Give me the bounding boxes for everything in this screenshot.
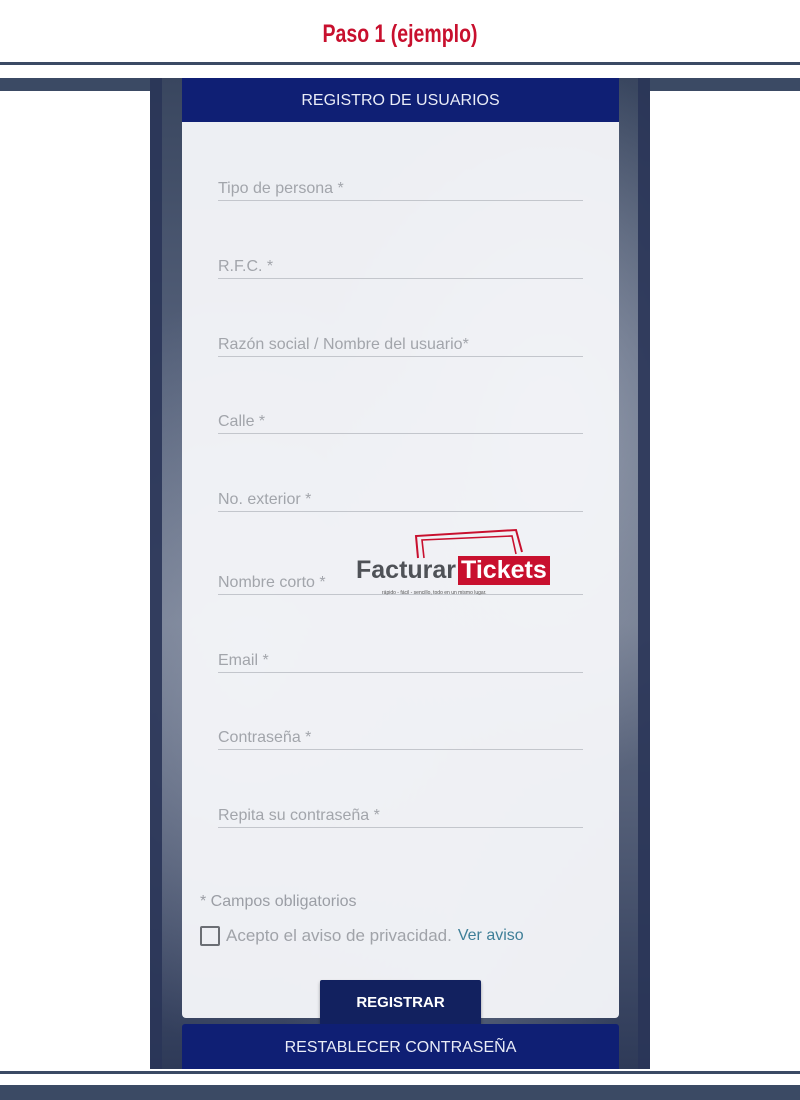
top-divider-thin xyxy=(0,62,800,65)
email-input[interactable] xyxy=(218,650,583,672)
watermark-brand-box: Tickets xyxy=(458,556,550,585)
privacy-consent: Acepto el aviso de privacidad. Ver aviso xyxy=(200,924,524,948)
rfc-input[interactable] xyxy=(218,256,583,278)
watermark-logo: Facturar Tickets rápido - fácil - sencill… xyxy=(356,528,580,608)
watermark-tagline: rápido - fácil - sencillo, todo en un mi… xyxy=(382,590,487,596)
confirm-password-field[interactable] xyxy=(218,805,583,828)
registration-screenshot: REGISTRO DE USUARIOS * Campos obligato xyxy=(150,78,650,1069)
bottom-divider-thin xyxy=(0,1071,800,1074)
privacy-label: Acepto el aviso de privacidad. xyxy=(226,926,452,945)
view-privacy-link[interactable]: Ver aviso xyxy=(458,927,524,945)
bottom-divider-thick xyxy=(0,1085,800,1100)
tipo-persona-input[interactable] xyxy=(218,178,583,200)
calle-input[interactable] xyxy=(218,411,583,433)
password-field[interactable] xyxy=(218,727,583,750)
page-heading: Paso 1 (ejemplo) xyxy=(322,20,478,48)
email-field[interactable] xyxy=(218,650,583,673)
watermark-brand: Facturar Tickets xyxy=(356,556,550,585)
card-header: REGISTRO DE USUARIOS xyxy=(182,78,619,122)
register-button[interactable]: REGISTRAR xyxy=(320,980,481,1025)
right-edge-strip xyxy=(638,78,650,1069)
confirm-password-input[interactable] xyxy=(218,805,583,827)
razon-social-input[interactable] xyxy=(218,334,583,356)
no-exterior-input[interactable] xyxy=(218,489,583,511)
reset-password-bar[interactable]: RESTABLECER CONTRASEÑA xyxy=(182,1024,619,1069)
rfc-field[interactable] xyxy=(218,256,583,279)
left-edge-strip xyxy=(150,78,162,1069)
calle-field[interactable] xyxy=(218,411,583,434)
no-exterior-field[interactable] xyxy=(218,489,583,512)
required-fields-note: * Campos obligatorios xyxy=(200,893,357,910)
password-input[interactable] xyxy=(218,727,583,749)
razon-social-field[interactable] xyxy=(218,334,583,357)
watermark-brand-main: Facturar xyxy=(356,556,457,584)
tipo-persona-field[interactable] xyxy=(218,178,583,201)
privacy-checkbox[interactable] xyxy=(200,926,220,946)
